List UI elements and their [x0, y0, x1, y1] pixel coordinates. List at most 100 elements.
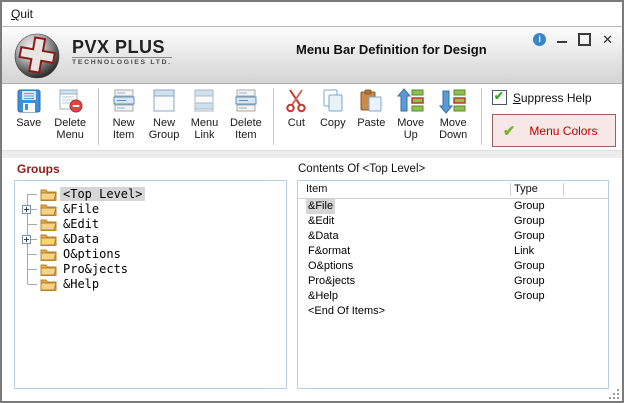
suppress-help-label[interactable]: Suppress Help	[513, 91, 592, 105]
brand-subtitle: TECHNOLOGIES LTD.	[72, 57, 172, 66]
maximize-icon[interactable]	[578, 33, 591, 46]
menu-link-label2: Link	[194, 129, 214, 141]
groups-tree: <Top Level> &File &Edit &	[15, 181, 286, 388]
tree-item-label: <Top Level>	[60, 187, 145, 201]
suppress-help-checkbox[interactable]: ✔	[492, 90, 507, 105]
move-up-label2: Up	[404, 129, 418, 141]
menu-quit[interactable]: Quit	[11, 7, 33, 21]
tree-item-help[interactable]: &Help	[15, 277, 286, 292]
delete-menu-button[interactable]: Delete Menu	[47, 87, 92, 141]
list-row[interactable]: &File Group	[298, 199, 608, 214]
menu-link-button[interactable]: Menu Link	[185, 87, 224, 141]
column-header-item[interactable]: Item	[306, 181, 327, 198]
expand-plus-icon[interactable]	[22, 235, 31, 244]
list-header: Item Type	[298, 181, 608, 199]
window-controls: i ✕	[533, 33, 613, 46]
list-cell-item: &Edit	[306, 214, 336, 229]
expand-plus-icon[interactable]	[22, 205, 31, 214]
cut-scissors-icon	[284, 87, 308, 115]
contents-list-panel: Item Type &File Group &Edit Group &Data …	[297, 180, 609, 389]
menu-colors-button[interactable]: ✔ Menu Colors	[492, 114, 616, 147]
list-cell-type: Link	[514, 244, 534, 259]
minimize-icon[interactable]	[557, 41, 567, 43]
menu-link-icon	[191, 87, 217, 115]
list-cell-item: <End Of Items>	[306, 304, 387, 319]
move-up-label: Move	[397, 117, 424, 129]
tree-item-label: &Data	[60, 232, 102, 246]
tree-item-top-level[interactable]: <Top Level>	[15, 187, 286, 202]
toolbar-right-group: ✔ Suppress Help ✔ Menu Colors	[492, 87, 622, 147]
copy-button[interactable]: Copy	[314, 87, 351, 129]
copy-label: Copy	[320, 117, 346, 129]
menu-quit-hotkey: Q	[11, 7, 20, 21]
new-group-button[interactable]: New Group	[143, 87, 184, 141]
tree-item-label: &File	[60, 202, 102, 216]
list-row[interactable]: F&ormat Link	[298, 244, 608, 259]
delete-item-icon	[233, 87, 259, 115]
menu-colors-label: Menu Colors	[529, 124, 597, 138]
tree-tick	[28, 224, 37, 225]
folder-icon	[40, 218, 57, 231]
main-content: Groups Contents Of <Top Level> <Top Leve…	[2, 158, 622, 401]
delete-item-label: Delete	[230, 117, 262, 129]
save-icon	[16, 87, 42, 115]
list-cell-item: Pro&jects	[306, 274, 357, 289]
toolbar-separator	[273, 88, 274, 145]
tree-item-file[interactable]: &File	[15, 202, 286, 217]
paste-button[interactable]: Paste	[352, 87, 391, 129]
list-cell-type: Group	[514, 199, 545, 214]
info-icon[interactable]: i	[533, 33, 546, 46]
move-down-icon	[439, 87, 467, 115]
new-group-label2: Group	[149, 129, 180, 141]
move-down-label2: Down	[439, 129, 467, 141]
menu-quit-rest: uit	[20, 7, 33, 21]
resize-grip[interactable]	[608, 388, 619, 399]
tree-item-options[interactable]: O&ptions	[15, 247, 286, 262]
new-item-button[interactable]: New Item	[104, 87, 143, 141]
folder-icon	[40, 233, 57, 246]
folder-icon	[40, 263, 57, 276]
list-cell-type: Group	[514, 274, 545, 289]
tree-item-data[interactable]: &Data	[15, 232, 286, 247]
suppress-help-rest: uppress Help	[521, 91, 592, 105]
close-icon[interactable]: ✕	[602, 33, 613, 46]
tree-item-edit[interactable]: &Edit	[15, 217, 286, 232]
new-group-label: New	[153, 117, 175, 129]
list-cell-item: O&ptions	[306, 259, 355, 274]
list-cell-item: &Help	[306, 289, 340, 304]
list-row[interactable]: &Edit Group	[298, 214, 608, 229]
header-bar: PVX PLUS TECHNOLOGIES LTD. Menu Bar Defi…	[2, 26, 622, 84]
delete-menu-label: Delete	[54, 117, 86, 129]
new-item-icon	[111, 87, 137, 115]
tree-item-projects[interactable]: Pro&jects	[15, 262, 286, 277]
list-row[interactable]: O&ptions Group	[298, 259, 608, 274]
list-row[interactable]: &Data Group	[298, 229, 608, 244]
tree-item-label: O&ptions	[60, 247, 124, 261]
folder-icon	[40, 248, 57, 261]
groups-section-label: Groups	[17, 162, 60, 176]
tree-tick	[28, 254, 37, 255]
cut-button[interactable]: Cut	[279, 87, 315, 129]
paste-label: Paste	[357, 117, 385, 129]
list-row[interactable]: Pro&jects Group	[298, 274, 608, 289]
new-group-icon	[151, 87, 177, 115]
list-row[interactable]: <End Of Items>	[298, 304, 608, 319]
save-button[interactable]: Save	[10, 87, 47, 129]
list-cell-type: Group	[514, 289, 545, 304]
cut-label: Cut	[288, 117, 305, 129]
list-cell-type: Group	[514, 214, 545, 229]
checkmark-icon: ✔	[494, 89, 504, 103]
list-cell-item: F&ormat	[306, 244, 352, 259]
folder-icon	[40, 203, 57, 216]
column-divider	[510, 183, 511, 196]
delete-item-button[interactable]: Delete Item	[224, 87, 267, 141]
list-cell-item: &File	[306, 199, 335, 214]
move-up-icon	[397, 87, 425, 115]
list-cell-type: Group	[514, 229, 545, 244]
move-down-button[interactable]: Move Down	[430, 87, 475, 141]
folder-icon	[40, 188, 57, 201]
list-row[interactable]: &Help Group	[298, 289, 608, 304]
move-up-button[interactable]: Move Up	[391, 87, 430, 141]
column-header-type[interactable]: Type	[514, 181, 538, 198]
toolbar: Save Delete Menu	[2, 84, 622, 150]
